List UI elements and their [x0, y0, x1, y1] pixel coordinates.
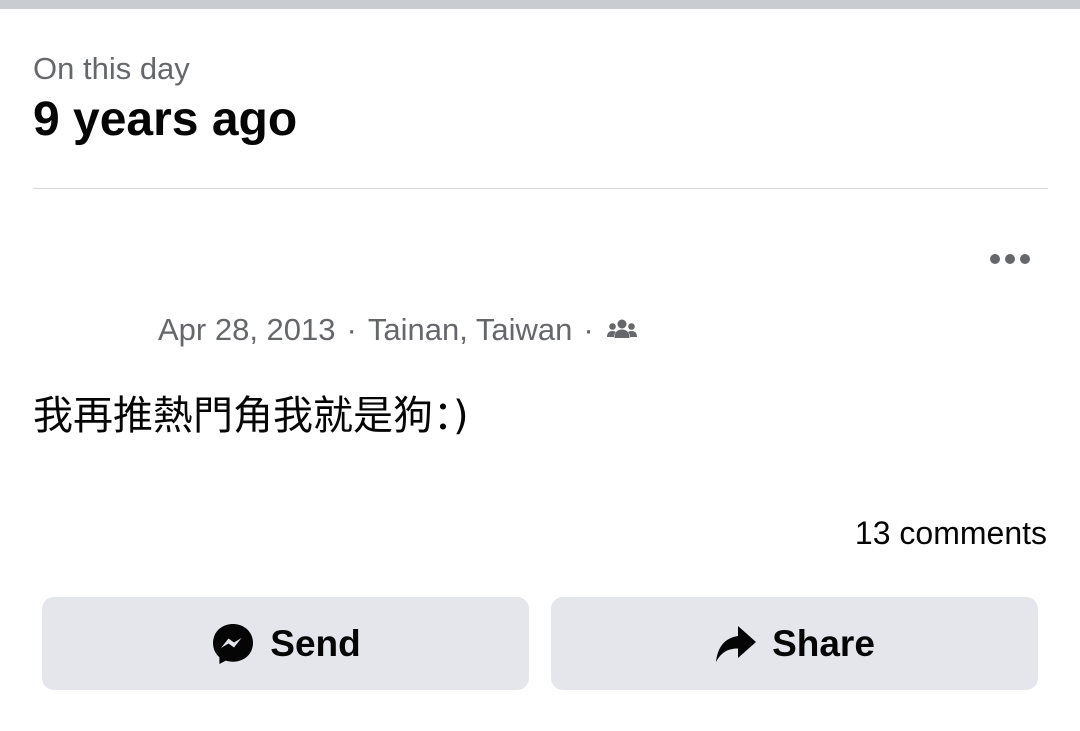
post-date[interactable]: Apr 28, 2013: [158, 312, 336, 348]
share-button[interactable]: Share: [551, 597, 1038, 690]
post-location[interactable]: Tainan, Taiwan: [368, 312, 573, 348]
divider: [33, 188, 1048, 189]
meta-separator: ·: [346, 312, 357, 347]
send-button[interactable]: Send: [42, 597, 529, 690]
post-meta: Apr 28, 2013 · Tainan, Taiwan ·: [158, 310, 639, 350]
memory-title: 9 years ago: [33, 93, 298, 146]
share-arrow-icon: [714, 623, 758, 665]
meta-separator: ·: [583, 312, 594, 347]
more-horizontal-icon: [990, 254, 1030, 264]
messenger-icon: [210, 621, 256, 667]
post-text: 我再推熱門角我就是狗：): [33, 393, 469, 439]
top-separator-strip: [0, 0, 1080, 9]
comments-count-link[interactable]: 13 comments: [855, 513, 1047, 553]
friends-icon[interactable]: [605, 318, 639, 342]
post-more-options-button[interactable]: [984, 244, 1036, 274]
share-button-label: Share: [772, 622, 875, 664]
send-button-label: Send: [270, 622, 361, 664]
memory-eyebrow: On this day: [33, 51, 190, 86]
